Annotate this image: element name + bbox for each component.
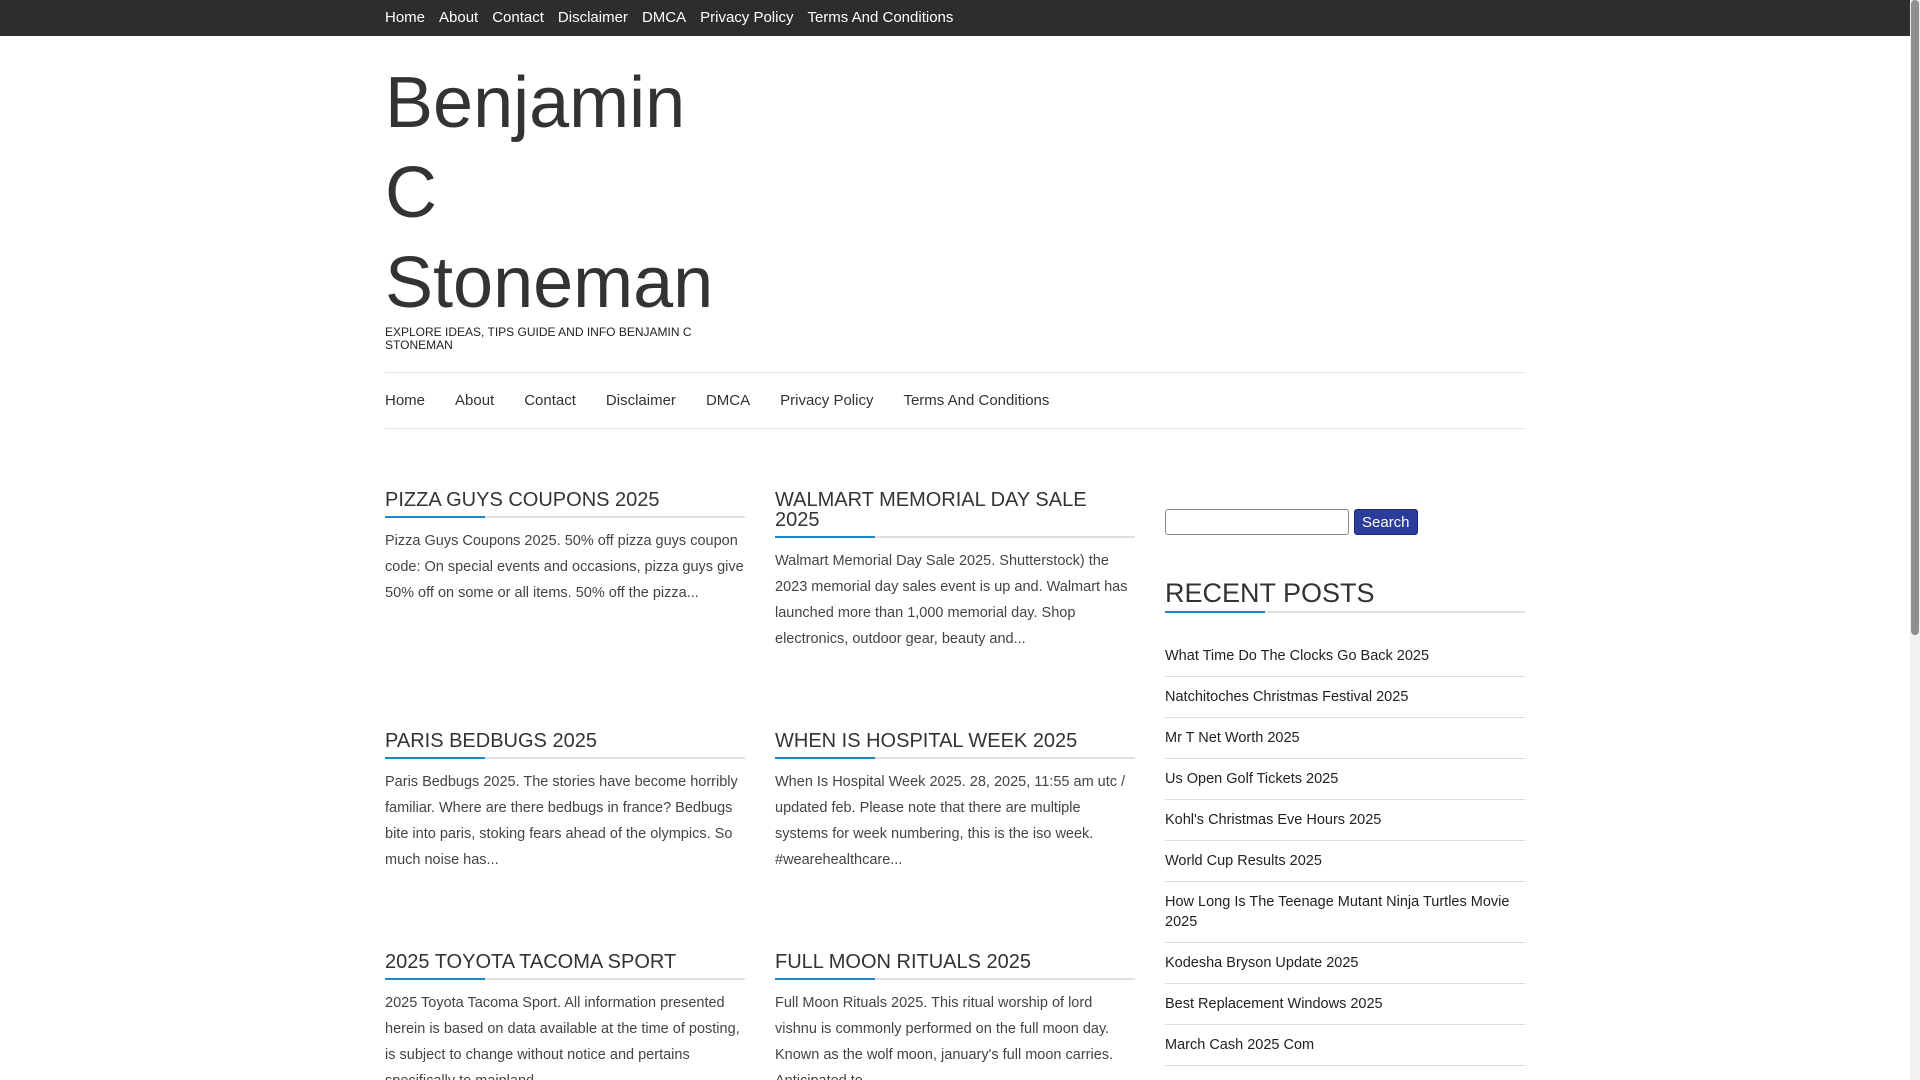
top-nav-item-terms[interactable]: Terms And Conditions — [807, 9, 953, 27]
main-nav-disclaimer[interactable]: Disclaimer — [606, 392, 676, 409]
post-title[interactable]: WHEN IS HOSPITAL WEEK 2025 — [775, 731, 1135, 759]
post-title[interactable]: WALMART MEMORIAL DAY SALE 2025 — [775, 490, 1135, 538]
top-nav-link[interactable]: Contact — [492, 9, 544, 26]
main-nav-about[interactable]: About — [455, 392, 494, 409]
post-card: PARIS BEDBUGS 2025 Paris Bedbugs 2025. T… — [385, 731, 745, 873]
top-nav-link[interactable]: DMCA — [642, 9, 686, 26]
main-nav-privacy[interactable]: Privacy Policy — [780, 392, 873, 409]
recent-post-link[interactable]: Best Replacement Windows 2025 — [1165, 996, 1383, 1012]
top-nav-link[interactable]: Home — [385, 9, 425, 26]
recent-post-link[interactable]: How Long Is The Teenage Mutant Ninja Tur… — [1165, 894, 1509, 930]
main-nav-contact[interactable]: Contact — [524, 392, 576, 409]
post-title[interactable]: PARIS BEDBUGS 2025 — [385, 731, 745, 759]
list-item: Best Replacement Windows 2025 — [1165, 984, 1525, 1025]
page-scrollbar[interactable] — [1910, 0, 1920, 1080]
main-nav-terms[interactable]: Terms And Conditions — [903, 392, 1049, 409]
top-nav-item-dmca[interactable]: DMCA — [642, 9, 686, 27]
search-form: Search — [1165, 509, 1418, 535]
post-card: 2025 TOYOTA TACOMA SPORT 2025 Toyota Tac… — [385, 952, 745, 1080]
site-description: EXPLORE IDEAS, TIPS GUIDE AND INFO BENJA… — [385, 325, 692, 352]
list-item: Kohl's Christmas Eve Hours 2025 — [1165, 800, 1525, 841]
site-title[interactable]: Benjamin C Stoneman — [385, 58, 715, 328]
post-excerpt: Pizza Guys Coupons 2025. 50% off pizza g… — [385, 533, 744, 601]
list-item: How Long Is The Teenage Mutant Ninja Tur… — [1165, 882, 1525, 943]
post-title[interactable]: 2025 TOYOTA TACOMA SPORT — [385, 952, 745, 980]
top-nav-item-home[interactable]: Home — [385, 9, 425, 27]
post-excerpt: Paris Bedbugs 2025. The stories have bec… — [385, 774, 738, 868]
main-nav-home[interactable]: Home — [385, 392, 425, 409]
top-nav-link[interactable]: Privacy Policy — [700, 9, 793, 26]
top-nav: Home About Contact Disclaimer DMCA Priva… — [385, 0, 967, 36]
top-bar: Home About Contact Disclaimer DMCA Priva… — [0, 0, 1910, 36]
list-item: Mr T Net Worth 2025 — [1165, 718, 1525, 759]
recent-post-link[interactable]: March Cash 2025 Com — [1165, 1037, 1314, 1053]
scrollbar-thumb[interactable] — [1911, 0, 1919, 635]
post-excerpt: Full Moon Rituals 2025. This ritual wors… — [775, 995, 1114, 1080]
list-item: Natchitoches Christmas Festival 2025 — [1165, 677, 1525, 718]
list-item: Kodesha Bryson Update 2025 — [1165, 943, 1525, 984]
list-item: March Cash 2025 Com — [1165, 1025, 1525, 1066]
top-nav-link[interactable]: Terms And Conditions — [807, 9, 953, 26]
recent-post-link[interactable]: Us Open Golf Tickets 2025 — [1165, 771, 1338, 787]
post-excerpt: When Is Hospital Week 2025. 28, 2025, 11… — [775, 774, 1126, 868]
top-nav-link[interactable]: About — [439, 9, 478, 26]
post-excerpt: 2025 Toyota Tacoma Sport. All informatio… — [385, 995, 740, 1080]
top-nav-link[interactable]: Disclaimer — [558, 9, 628, 26]
top-nav-item-contact[interactable]: Contact — [492, 9, 544, 27]
recent-posts-title: RECENT POSTS — [1165, 578, 1525, 613]
top-nav-item-privacy[interactable]: Privacy Policy — [700, 9, 793, 27]
list-item: World Cup Results 2025 — [1165, 841, 1525, 882]
search-button[interactable]: Search — [1354, 509, 1418, 535]
site-title-line[interactable]: C — [385, 153, 437, 233]
post-card: WHEN IS HOSPITAL WEEK 2025 When Is Hospi… — [775, 731, 1135, 873]
site-title-line[interactable]: Benjamin — [385, 63, 685, 143]
main-nav-dmca[interactable]: DMCA — [706, 392, 750, 409]
post-card: PIZZA GUYS COUPONS 2025 Pizza Guys Coupo… — [385, 490, 745, 606]
recent-post-link[interactable]: What Time Do The Clocks Go Back 2025 — [1165, 648, 1429, 664]
list-item: Us Open Golf Tickets 2025 — [1165, 759, 1525, 800]
post-card: FULL MOON RITUALS 2025 Full Moon Rituals… — [775, 952, 1135, 1080]
recent-posts-list: What Time Do The Clocks Go Back 2025 Nat… — [1165, 636, 1525, 1066]
site-title-line[interactable]: Stoneman — [385, 243, 713, 323]
main-nav: Home About Contact Disclaimer DMCA Priva… — [385, 372, 1525, 429]
recent-post-link[interactable]: Natchitoches Christmas Festival 2025 — [1165, 689, 1408, 705]
recent-post-link[interactable]: World Cup Results 2025 — [1165, 853, 1322, 869]
top-nav-item-about[interactable]: About — [439, 9, 478, 27]
recent-post-link[interactable]: Mr T Net Worth 2025 — [1165, 730, 1300, 746]
post-card: WALMART MEMORIAL DAY SALE 2025 Walmart M… — [775, 490, 1135, 652]
list-item: What Time Do The Clocks Go Back 2025 — [1165, 636, 1525, 677]
post-title[interactable]: PIZZA GUYS COUPONS 2025 — [385, 490, 745, 518]
search-input[interactable] — [1165, 509, 1349, 535]
recent-post-link[interactable]: Kodesha Bryson Update 2025 — [1165, 955, 1358, 971]
recent-post-link[interactable]: Kohl's Christmas Eve Hours 2025 — [1165, 812, 1381, 828]
post-excerpt: Walmart Memorial Day Sale 2025. Shutters… — [775, 553, 1128, 647]
top-nav-item-disclaimer[interactable]: Disclaimer — [558, 9, 628, 27]
post-title[interactable]: FULL MOON RITUALS 2025 — [775, 952, 1135, 980]
